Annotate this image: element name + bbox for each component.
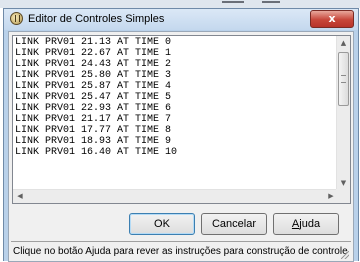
horizontal-scrollbar[interactable]: ◀ ▶ [13,189,338,203]
control-line: LINK PRV01 21.13 AT TIME 0 [15,37,172,48]
resize-grip-icon[interactable] [341,251,349,259]
scrollbar-corner [336,189,350,203]
background-line [222,1,244,3]
scroll-left-icon[interactable]: ◀ [13,190,27,203]
background-window-edge [0,0,360,8]
control-line: LINK PRV01 25.87 AT TIME 4 [15,81,172,92]
ok-button[interactable]: OK [129,213,195,235]
control-line: LINK PRV01 25.47 AT TIME 5 [15,92,172,103]
help-button[interactable]: Ajuda [273,213,339,235]
control-line: LINK PRV01 21.17 AT TIME 7 [15,114,172,125]
window-title: Editor de Controles Simples [28,13,165,25]
control-line: LINK PRV01 25.80 AT TIME 3 [15,70,172,81]
controls-text[interactable]: LINK PRV01 21.13 AT TIME 0 LINK PRV01 22… [13,36,338,190]
editor-dialog: Editor de Controles Simples x LINK PRV01… [3,8,359,262]
control-line: LINK PRV01 17.77 AT TIME 8 [15,125,172,136]
control-line: LINK PRV01 22.93 AT TIME 6 [15,103,172,114]
status-bar: Clique no botão Ajuda para rever as inst… [11,241,351,261]
title-bar[interactable]: Editor de Controles Simples x [4,9,358,30]
vertical-scrollbar[interactable]: ▲ ▼ [336,36,350,190]
status-text: Clique no botão Ajuda para rever as inst… [13,246,348,257]
close-button[interactable]: x [310,10,354,28]
control-line: LINK PRV01 22.67 AT TIME 1 [15,48,172,59]
scroll-down-icon[interactable]: ▼ [337,176,350,190]
controls-text-editor[interactable]: LINK PRV01 21.13 AT TIME 0 LINK PRV01 22… [12,35,351,204]
background-line [262,1,280,3]
vertical-scroll-thumb[interactable] [338,52,349,106]
control-line: LINK PRV01 18.93 AT TIME 9 [15,136,172,147]
app-icon [10,12,23,25]
control-line: LINK PRV01 16.40 AT TIME 10 [15,147,178,158]
dialog-client-area: LINK PRV01 21.13 AT TIME 0 LINK PRV01 22… [8,31,354,262]
close-icon: x [328,12,336,25]
cancel-button[interactable]: Cancelar [201,213,267,235]
help-label: juda [299,218,321,230]
scroll-up-icon[interactable]: ▲ [337,36,350,50]
control-line: LINK PRV01 24.43 AT TIME 2 [15,59,172,70]
